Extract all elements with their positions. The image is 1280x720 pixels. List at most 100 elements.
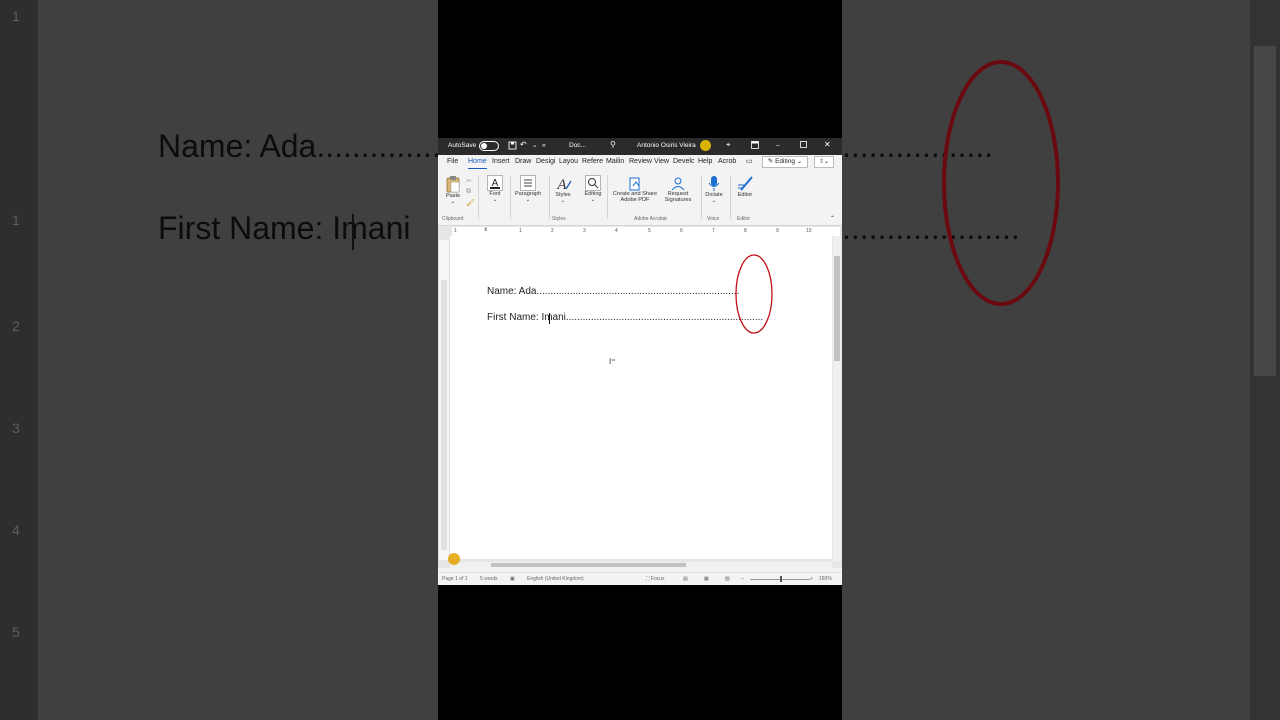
focus-button[interactable]: ⛶ Focus: [646, 576, 665, 582]
tab-review[interactable]: Review: [629, 158, 652, 165]
name-line[interactable]: Name: Ada...............................…: [487, 286, 739, 297]
horizontal-ruler: 1 1 2 3 4 5 6 7 8 9 10 ⧗: [452, 227, 840, 236]
paragraph-icon: [520, 175, 536, 191]
format-painter-icon[interactable]: 🖌: [466, 199, 475, 207]
group-label-clipboard: Clipboard: [442, 216, 464, 222]
ruler-number: 1: [12, 212, 20, 228]
editor-button[interactable]: Editor: [734, 175, 756, 198]
editor-icon: [737, 176, 753, 191]
undo-icon[interactable]: ↶: [520, 140, 527, 149]
background-text-cursor: [352, 214, 354, 250]
ruler-number: 4: [12, 522, 20, 538]
save-icon[interactable]: [508, 141, 517, 152]
styles-button[interactable]: A Styles ⌄: [552, 175, 574, 204]
zoom-level[interactable]: 160%: [819, 576, 832, 582]
proofing-icon[interactable]: ▣: [510, 576, 515, 582]
web-layout-icon[interactable]: ▧: [725, 576, 730, 582]
ruler-number: 3: [12, 420, 20, 436]
first-name-line[interactable]: First Name: Imani.......................…: [487, 312, 763, 323]
read-mode-icon[interactable]: ▤: [683, 576, 688, 582]
ribbon-display-icon[interactable]: [751, 141, 759, 151]
chevron-down-icon: ⌄: [450, 199, 456, 205]
word-window: AutoSave ↶ ⌄ » Doc... ⚲ Antonio Osiris V…: [438, 138, 842, 585]
word-count[interactable]: 5 words: [480, 576, 498, 582]
accessibility-helper-icon[interactable]: [448, 553, 460, 565]
minimize-icon[interactable]: –: [776, 142, 780, 149]
indent-marker[interactable]: ⧗: [484, 227, 488, 233]
share-button[interactable]: ⇧⌄: [814, 156, 834, 168]
close-icon[interactable]: ✕: [824, 140, 831, 149]
svg-text:A: A: [556, 177, 567, 192]
ibeam-cursor-icon: I⁼: [609, 357, 616, 366]
tab-references[interactable]: Refere: [582, 158, 603, 165]
tab-layout[interactable]: Layou: [559, 158, 578, 165]
editing-button[interactable]: Editing ⌄: [581, 175, 605, 203]
group-label-editor: Editor: [737, 216, 751, 222]
tab-draw[interactable]: Draw: [515, 158, 531, 165]
editing-mode-dropdown[interactable]: ✎ Editing ⌄: [762, 156, 808, 168]
maximize-icon[interactable]: [800, 141, 807, 150]
tab-home[interactable]: Home: [468, 158, 487, 170]
title-bar: AutoSave ↶ ⌄ » Doc... ⚲ Antonio Osiris V…: [438, 138, 842, 155]
group-label-styles: Styles: [552, 216, 566, 222]
chevron-down-icon: ⌄: [560, 198, 566, 204]
avatar[interactable]: [700, 140, 711, 151]
tab-insert[interactable]: Insert: [492, 158, 510, 165]
horizontal-scrollbar[interactable]: [450, 562, 832, 568]
zoom-slider-thumb[interactable]: [780, 576, 782, 582]
tab-acrobat[interactable]: Acrob: [718, 158, 736, 165]
tab-design[interactable]: Desigi: [536, 158, 555, 165]
language[interactable]: English (United Kingdom): [527, 576, 584, 582]
tab-help[interactable]: Help: [698, 158, 712, 165]
coauthor-icon[interactable]: ⌖: [726, 140, 731, 150]
ruler-number: 5: [12, 624, 20, 640]
document-page[interactable]: Name: Ada...............................…: [450, 236, 832, 559]
ribbon: Paste ⌄ ✂ ⧉ 🖌 A Font ⌄ Paragraph ⌄ A Sty…: [438, 169, 842, 226]
zoom-in-icon[interactable]: +: [810, 576, 813, 582]
vertical-scrollbar[interactable]: [833, 236, 841, 561]
dictate-button[interactable]: Dictate ⌄: [703, 175, 725, 204]
print-layout-icon[interactable]: ▦: [704, 576, 709, 582]
cut-icon[interactable]: ✂: [466, 177, 472, 185]
background-annotation-circle: [942, 60, 1060, 306]
paragraph-button[interactable]: Paragraph ⌄: [513, 175, 543, 203]
group-label-voice: Voice: [707, 216, 720, 222]
focus-icon: ⛶: [646, 576, 650, 582]
find-icon: [585, 175, 601, 191]
background-left-zoom: 1 1 2 3 4 5 Name: Ada.............. Firs…: [0, 0, 438, 720]
background-right-zoom: .............................. .........…: [842, 0, 1280, 720]
document-title[interactable]: Doc...: [569, 142, 586, 149]
styles-icon: A: [556, 177, 572, 192]
status-bar: Page 1 of 1 5 words ▣ English (United Ki…: [438, 572, 842, 585]
signature-icon: [671, 177, 685, 191]
user-name[interactable]: Antonio Osiris Vieira: [637, 142, 696, 149]
undo-dropdown-icon[interactable]: ⌄: [532, 141, 537, 149]
chevron-down-icon: ⌄: [525, 197, 531, 203]
font-color-icon: A: [487, 175, 503, 191]
pencil-icon: ✎: [767, 158, 774, 165]
autosave-toggle[interactable]: [479, 141, 499, 151]
tab-view[interactable]: View: [654, 158, 669, 165]
clipboard-icon: [446, 176, 460, 193]
font-button[interactable]: A Font ⌄: [483, 175, 507, 203]
tab-developer[interactable]: Develc: [673, 158, 694, 165]
comments-icon[interactable]: ▭: [746, 157, 760, 166]
page-count[interactable]: Page 1 of 1: [442, 576, 468, 582]
more-commands-icon[interactable]: »: [542, 142, 546, 149]
annotation-circle: [735, 254, 773, 334]
text-cursor: [549, 313, 550, 324]
background-first-name-line: First Name: Imani: [158, 210, 411, 246]
paste-button[interactable]: Paste ⌄: [443, 175, 463, 205]
create-share-adobe-pdf-button[interactable]: Create and Share Adobe PDF: [610, 177, 660, 203]
search-icon[interactable]: ⚲: [610, 140, 616, 149]
copy-icon[interactable]: ⧉: [466, 188, 471, 196]
tab-file[interactable]: File: [447, 158, 458, 165]
autosave-label: AutoSave: [448, 142, 477, 149]
background-vertical-ruler: 1 1 2 3 4 5: [0, 0, 39, 720]
zoom-out-icon[interactable]: –: [741, 576, 744, 582]
group-label-adobe-acrobat: Adobe Acrobat: [634, 216, 667, 222]
tab-mailings[interactable]: Mailin: [606, 158, 624, 165]
request-signatures-button[interactable]: Request Signatures: [660, 177, 696, 203]
chevron-down-icon: ⌄: [590, 197, 596, 203]
collapse-ribbon-icon[interactable]: ⌃: [830, 215, 835, 222]
